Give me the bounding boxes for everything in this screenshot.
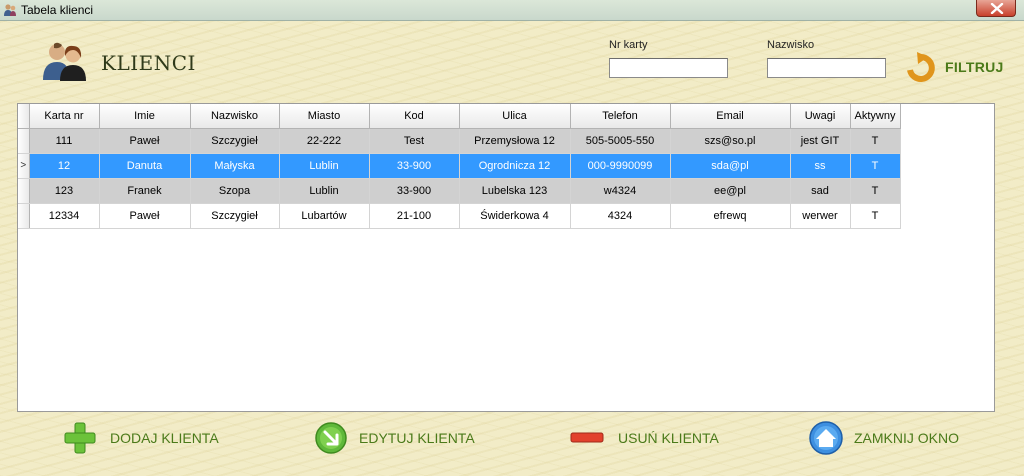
- card-number-label: Nr karty: [609, 39, 648, 51]
- table-cell[interactable]: Franek: [99, 178, 191, 204]
- app-users-icon: [4, 4, 16, 16]
- close-icon: [990, 3, 1004, 14]
- table-cell[interactable]: Lublin: [279, 153, 370, 179]
- table-cell[interactable]: efrewq: [670, 203, 791, 229]
- surname-input[interactable]: [767, 58, 886, 78]
- table-cell[interactable]: Szopa: [190, 178, 280, 204]
- column-header-nazwisko[interactable]: Nazwisko: [190, 104, 280, 129]
- table-cell[interactable]: 505-5005-550: [570, 128, 671, 154]
- column-header-telefon[interactable]: Telefon: [570, 104, 671, 129]
- column-header-ulica[interactable]: Ulica: [459, 104, 571, 129]
- table-cell[interactable]: ss: [790, 153, 851, 179]
- row-header[interactable]: [18, 178, 30, 204]
- table-cell[interactable]: ee@pl: [670, 178, 791, 204]
- table-header-row: Karta nr Imie Nazwisko Miasto Kod Ulica …: [18, 104, 901, 129]
- table-row[interactable]: 123 Franek Szopa Lublin 33-900 Lubelska …: [18, 178, 901, 204]
- card-number-input[interactable]: [609, 58, 728, 78]
- edit-client-button[interactable]: EDYTUJ KLIENTA: [313, 421, 488, 455]
- table-row-selected[interactable]: > 12 Danuta Małyska Lublin 33-900 Ogrodn…: [18, 153, 901, 179]
- page-title: KLIENCI: [101, 51, 196, 75]
- column-header-kod[interactable]: Kod: [369, 104, 460, 129]
- delete-client-button[interactable]: USUŃ KLIENTA: [569, 421, 734, 455]
- table-cell[interactable]: 33-900: [369, 153, 460, 179]
- table-cell[interactable]: Paweł: [99, 203, 191, 229]
- table-cell[interactable]: Szczygieł: [190, 203, 280, 229]
- table-cell[interactable]: 111: [29, 128, 100, 154]
- refresh-arrow-icon: [907, 52, 935, 82]
- row-header[interactable]: [18, 203, 30, 229]
- table-row[interactable]: 12334 Paweł Szczygieł Lubartów 21-100 Św…: [18, 203, 901, 229]
- table-cell[interactable]: T: [850, 178, 901, 204]
- column-header-email[interactable]: Email: [670, 104, 791, 129]
- table-cell[interactable]: 000-9990099: [570, 153, 671, 179]
- column-header-imie[interactable]: Imie: [99, 104, 191, 129]
- surname-label: Nazwisko: [767, 39, 815, 51]
- table-cell[interactable]: T: [850, 153, 901, 179]
- users-icon: [43, 42, 86, 81]
- table-cell[interactable]: Lubelska 123: [459, 178, 571, 204]
- table-cell[interactable]: 12334: [29, 203, 100, 229]
- table-cell[interactable]: w4324: [570, 178, 671, 204]
- edit-client-label: EDYTUJ KLIENTA: [359, 430, 475, 446]
- clients-grid[interactable]: Karta nr Imie Nazwisko Miasto Kod Ulica …: [17, 103, 995, 412]
- title-bar: Tabela klienci: [0, 0, 1024, 21]
- column-header-miasto[interactable]: Miasto: [279, 104, 370, 129]
- table-cell[interactable]: T: [850, 128, 901, 154]
- minus-icon: [570, 432, 604, 443]
- table-cell[interactable]: 33-900: [369, 178, 460, 204]
- table-cell[interactable]: 22-222: [279, 128, 370, 154]
- table-cell[interactable]: 21-100: [369, 203, 460, 229]
- table-cell[interactable]: Lubartów: [279, 203, 370, 229]
- table-cell[interactable]: sda@pl: [670, 153, 791, 179]
- filter-button-label: FILTRUJ: [945, 59, 1004, 75]
- table-cell[interactable]: Paweł: [99, 128, 191, 154]
- column-header-karta[interactable]: Karta nr: [29, 104, 100, 129]
- table-cell[interactable]: sad: [790, 178, 851, 204]
- close-window-button[interactable]: ZAMKNIJ OKNO: [808, 421, 978, 455]
- table-cell[interactable]: Ogrodnicza 12: [459, 153, 571, 179]
- table-cell[interactable]: T: [850, 203, 901, 229]
- column-header-uwagi[interactable]: Uwagi: [790, 104, 851, 129]
- clients-table: Karta nr Imie Nazwisko Miasto Kod Ulica …: [18, 104, 901, 229]
- table-cell[interactable]: Szczygieł: [190, 128, 280, 154]
- current-row-indicator[interactable]: >: [18, 153, 30, 179]
- window-title: Tabela klienci: [21, 3, 94, 17]
- table-cell[interactable]: szs@so.pl: [670, 128, 791, 154]
- close-window-label: ZAMKNIJ OKNO: [854, 430, 960, 446]
- table-row[interactable]: 111 Paweł Szczygieł 22-222 Test Przemysł…: [18, 128, 901, 154]
- table-cell[interactable]: Danuta: [99, 153, 191, 179]
- column-header-aktywny[interactable]: Aktywny: [850, 104, 901, 129]
- add-client-button[interactable]: DODAJ KLIENTA: [62, 421, 232, 455]
- edit-arrow-icon: [315, 422, 347, 454]
- filter-button[interactable]: FILTRUJ: [904, 52, 1004, 84]
- table-cell[interactable]: Przemysłowa 12: [459, 128, 571, 154]
- plus-icon: [64, 422, 96, 454]
- table-cell[interactable]: Test: [369, 128, 460, 154]
- home-icon: [809, 421, 843, 455]
- table-cell[interactable]: werwer: [790, 203, 851, 229]
- table-cell[interactable]: Małyska: [190, 153, 280, 179]
- table-cell[interactable]: jest GIT: [790, 128, 851, 154]
- row-header[interactable]: [18, 128, 30, 154]
- table-cell[interactable]: 12: [29, 153, 100, 179]
- add-client-label: DODAJ KLIENTA: [110, 430, 219, 446]
- table-cell[interactable]: Lublin: [279, 178, 370, 204]
- table-cell[interactable]: Świderkowa 4: [459, 203, 571, 229]
- header-corner: [18, 104, 30, 129]
- window-close-button[interactable]: [976, 0, 1016, 17]
- table-cell[interactable]: 4324: [570, 203, 671, 229]
- table-cell[interactable]: 123: [29, 178, 100, 204]
- delete-client-label: USUŃ KLIENTA: [618, 430, 719, 446]
